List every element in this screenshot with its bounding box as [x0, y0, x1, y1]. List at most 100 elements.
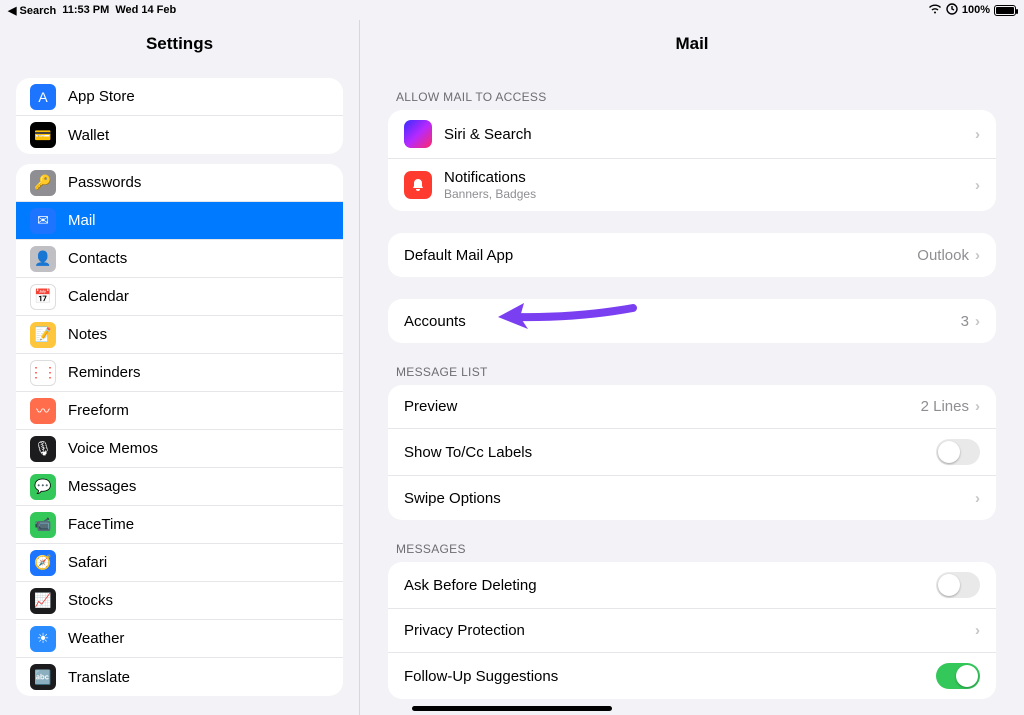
row-label: Ask Before Deleting	[404, 577, 537, 594]
battery-icon	[994, 5, 1016, 16]
sidebar-item-label: Notes	[68, 326, 107, 343]
row-sublabel: Banners, Badges	[444, 187, 975, 201]
sidebar-item-label: Reminders	[68, 364, 141, 381]
row-label: Accounts	[404, 313, 466, 330]
row-ask-before-deleting[interactable]: Ask Before Deleting	[388, 562, 996, 609]
detail-title: Mail	[360, 20, 1024, 68]
mail-icon: ✉	[30, 208, 56, 234]
sidebar-item-passwords[interactable]: 🔑 Passwords	[16, 164, 343, 202]
sidebar-item-stocks[interactable]: 📈 Stocks	[16, 582, 343, 620]
row-label: Default Mail App	[404, 247, 513, 264]
sidebar-item-messages[interactable]: 💬Messages	[16, 468, 343, 506]
row-swipe-options[interactable]: Swipe Options›	[388, 476, 996, 520]
sidebar-item-label: Wallet	[68, 127, 109, 144]
sidebar-item-facetime[interactable]: 📹 FaceTime	[16, 506, 343, 544]
chevron-icon: ›	[975, 247, 980, 264]
row-default-mail-app[interactable]: Default Mail App Outlook ›	[388, 233, 996, 277]
sidebar-item-label: Freeform	[68, 402, 129, 419]
row-privacy-protection[interactable]: Privacy Protection ›	[388, 609, 996, 653]
chevron-icon: ›	[975, 313, 980, 330]
sidebar-item-contacts[interactable]: 👤 Contacts	[16, 240, 343, 278]
sidebar-item-safari[interactable]: 🧭 Safari	[16, 544, 343, 582]
calendar-icon: 📅	[30, 284, 56, 310]
translate-icon: 🔤	[30, 664, 56, 690]
detail-scroll[interactable]: ALLOW MAIL TO ACCESS Siri & Search › Not…	[360, 68, 1024, 715]
sidebar-group-main: 🔑 Passwords ✉ Mail 👤 Contacts 📅 Calendar 📝 Notes ⋮…	[16, 164, 343, 696]
row-label: Swipe Options	[404, 490, 501, 507]
status-date: Wed 14 Feb	[115, 4, 176, 16]
sidebar-item-translate[interactable]: 🔤 Translate	[16, 658, 343, 696]
stocks-icon: 📈	[30, 588, 56, 614]
passwords-icon: 🔑	[30, 170, 56, 196]
sidebar-item-freeform[interactable]: 〰 Freeform	[16, 392, 343, 430]
sidebar-item-mail[interactable]: ✉ Mail	[16, 202, 343, 240]
notes-icon: 📝	[30, 322, 56, 348]
sidebar-item-label: App Store	[68, 88, 135, 105]
sidebar-item-label: Passwords	[68, 174, 141, 191]
panel-accounts: Accounts 3 ›	[388, 299, 996, 343]
sidebar-item-label: Safari	[68, 554, 107, 571]
weather-icon: ☀	[30, 626, 56, 652]
row-label: Preview	[404, 398, 457, 415]
sidebar-item-reminders[interactable]: ⋮⋮ Reminders	[16, 354, 343, 392]
sidebar-item-label: Messages	[68, 478, 136, 495]
sidebar-item-voice-memos[interactable]: 🎙Voice Memos	[16, 430, 343, 468]
battery-pct: 100%	[962, 4, 990, 16]
facetime-icon: 📹	[30, 512, 56, 538]
row-accounts[interactable]: Accounts 3 ›	[388, 299, 996, 343]
home-indicator	[412, 706, 612, 711]
status-bar: ◀ Search 11:53 PM Wed 14 Feb 100%	[0, 0, 1024, 20]
notifications-icon	[404, 171, 432, 199]
row-value: Outlook	[917, 247, 969, 264]
section-header-messages: MESSAGES	[396, 542, 996, 556]
chevron-icon: ›	[975, 126, 980, 143]
row-notifications[interactable]: Notifications Banners, Badges ›	[388, 159, 996, 211]
reminders-icon: ⋮⋮	[30, 360, 56, 386]
row-siri-search[interactable]: Siri & Search ›	[388, 110, 996, 159]
toggle[interactable]	[936, 439, 980, 465]
sidebar-group-apps: A App Store 💳Wallet	[16, 78, 343, 154]
toggle[interactable]	[936, 663, 980, 689]
sidebar-title: Settings	[0, 20, 359, 68]
panel-allow-access: Siri & Search › Notifications Banners, B…	[388, 110, 996, 211]
back-to-search[interactable]: ◀ Search	[8, 4, 56, 17]
row-label: Siri & Search	[444, 126, 532, 143]
row-label: Notifications	[444, 169, 975, 186]
wifi-icon	[928, 3, 942, 17]
sidebar-item-label: FaceTime	[68, 516, 134, 533]
row-value: 3	[961, 313, 969, 330]
sidebar-item-weather[interactable]: ☀ Weather	[16, 620, 343, 658]
voice-memos-icon: 🎙	[30, 436, 56, 462]
sidebar-item-label: Weather	[68, 630, 124, 647]
sidebar-item-calendar[interactable]: 📅 Calendar	[16, 278, 343, 316]
panel-default-mail-app: Default Mail App Outlook ›	[388, 233, 996, 277]
row-show-to-cc-labels[interactable]: Show To/Cc Labels	[388, 429, 996, 476]
chevron-icon: ›	[975, 622, 980, 639]
chevron-icon: ›	[975, 177, 980, 194]
row-label: Privacy Protection	[404, 622, 525, 639]
sidebar-item-label: Translate	[68, 669, 130, 686]
sidebar-item-app-store[interactable]: A App Store	[16, 78, 343, 116]
status-time: 11:53 PM	[62, 4, 109, 16]
siri-icon	[404, 120, 432, 148]
contacts-icon: 👤	[30, 246, 56, 272]
row-follow-up-suggestions[interactable]: Follow-Up Suggestions	[388, 653, 996, 699]
row-label: Follow-Up Suggestions	[404, 668, 558, 685]
orientation-lock-icon	[946, 3, 958, 18]
row-preview[interactable]: Preview2 Lines›	[388, 385, 996, 429]
sidebar-item-notes[interactable]: 📝 Notes	[16, 316, 343, 354]
app-store-icon: A	[30, 84, 56, 110]
sidebar-item-label: Mail	[68, 212, 96, 229]
chevron-icon: ›	[975, 398, 980, 415]
freeform-icon: 〰	[30, 398, 56, 424]
row-label: Show To/Cc Labels	[404, 444, 532, 461]
section-header-allow-access: ALLOW MAIL TO ACCESS	[396, 90, 996, 104]
sidebar-item-wallet[interactable]: 💳Wallet	[16, 116, 343, 154]
safari-icon: 🧭	[30, 550, 56, 576]
detail-pane: Mail ALLOW MAIL TO ACCESS Siri & Search …	[360, 20, 1024, 715]
toggle[interactable]	[936, 572, 980, 598]
sidebar-item-label: Stocks	[68, 592, 113, 609]
panel-message-list: Preview2 Lines› Show To/Cc Labels Swipe Op…	[388, 385, 996, 520]
sidebar-item-label: Contacts	[68, 250, 127, 267]
sidebar-item-label: Calendar	[68, 288, 129, 305]
